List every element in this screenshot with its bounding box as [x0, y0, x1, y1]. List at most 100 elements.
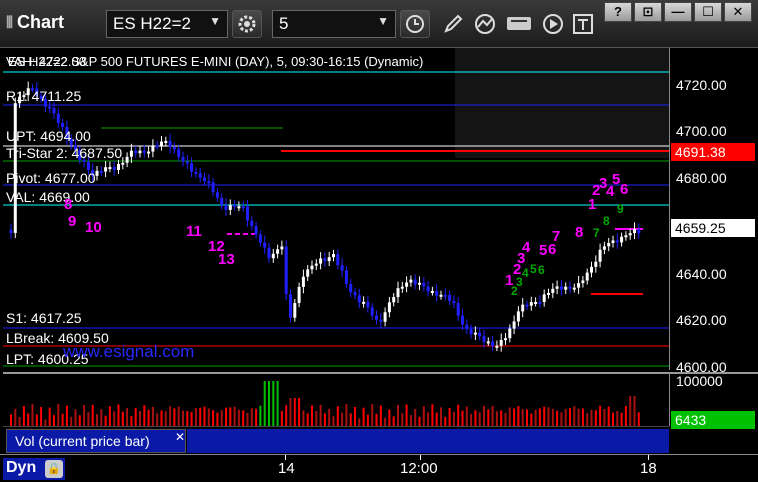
- volume-bar: [276, 381, 279, 426]
- minimize-button[interactable]: —: [664, 2, 692, 22]
- green-count-label: 5: [530, 262, 537, 276]
- volume-bar: [203, 406, 206, 426]
- volume-bar: [207, 408, 210, 426]
- candle-body: [289, 294, 292, 318]
- count-label: 5: [539, 242, 548, 259]
- candle-body: [319, 258, 323, 264]
- volume-bar: [147, 409, 150, 426]
- candle-body: [194, 171, 198, 174]
- volume-bar: [581, 408, 584, 426]
- volume-bar: [104, 415, 107, 426]
- candle-body: [564, 286, 568, 290]
- studies-button[interactable]: [470, 10, 500, 38]
- volume-bar: [229, 407, 232, 426]
- volume-bar: [96, 414, 98, 426]
- window-title-text: Chart: [17, 12, 65, 32]
- volume-chart-svg: [10, 381, 640, 426]
- candle-body: [134, 150, 138, 154]
- volume-bar: [323, 413, 326, 426]
- candle-body: [48, 106, 52, 109]
- candle-body: [61, 123, 65, 127]
- volume-bar: [306, 413, 309, 426]
- time-axis[interactable]: Dyn 🔒 14 12:00 18: [0, 454, 758, 482]
- price-chart-svg: [3, 48, 669, 367]
- candle-body: [611, 240, 615, 243]
- candle-body: [224, 205, 228, 210]
- volume-bar: [22, 406, 25, 426]
- maximize-button[interactable]: ☐: [694, 2, 722, 22]
- settings-button[interactable]: [232, 10, 262, 38]
- volume-bar: [375, 413, 378, 426]
- close-button[interactable]: ✕: [724, 2, 752, 22]
- volume-bar: [233, 406, 236, 426]
- price-tick-label: 4640.00: [676, 266, 727, 282]
- volume-bar: [470, 413, 473, 426]
- candle-body: [465, 324, 469, 329]
- volume-bar: [225, 407, 227, 426]
- candle-body: [190, 163, 194, 172]
- play-button[interactable]: [538, 10, 568, 38]
- price-plot[interactable]: VAH: 4722.00 ES H22=2 S&P 500 FUTURES E-…: [3, 48, 669, 370]
- volume-bar: [345, 404, 348, 426]
- volume-bar: [65, 405, 68, 426]
- s1-label: S1: 4617.25: [6, 310, 82, 326]
- volume-bar: [328, 408, 331, 426]
- lock-icon[interactable]: 🔒: [45, 460, 63, 478]
- candle-body: [13, 103, 17, 233]
- volume-bar: [212, 410, 215, 426]
- candle-body: [310, 265, 314, 270]
- window-title: ⦀ Chart: [6, 12, 64, 33]
- help-button[interactable]: ?: [604, 2, 632, 22]
- count-label: 8: [575, 224, 584, 241]
- candle-body: [327, 257, 331, 262]
- candle-body: [198, 173, 202, 178]
- volume-study-label: Vol (current price bar): [15, 433, 150, 449]
- volume-bar: [121, 411, 124, 426]
- volume-bar: [156, 413, 159, 426]
- candle-body: [628, 233, 632, 236]
- draw-button[interactable]: [438, 10, 468, 38]
- text-tool-button[interactable]: [568, 10, 598, 38]
- volume-study-item[interactable]: Vol (current price bar): [6, 429, 186, 453]
- volume-bar: [478, 412, 481, 426]
- volume-bar: [448, 407, 451, 426]
- symbol-combo[interactable]: ES H22=2 ▼: [106, 10, 228, 38]
- volume-bar: [315, 410, 318, 426]
- candle-body: [228, 204, 232, 210]
- green-count-label: 6: [538, 263, 545, 277]
- candle-body: [168, 140, 172, 147]
- play-icon: [543, 14, 563, 34]
- dynamic-mode-button[interactable]: Dyn 🔒: [3, 458, 65, 480]
- volume-bar: [629, 396, 632, 426]
- candle-body: [568, 286, 572, 289]
- volume-bar: [612, 412, 614, 426]
- candle-body: [263, 242, 267, 248]
- candle-body: [357, 295, 361, 303]
- time-button[interactable]: [400, 10, 430, 38]
- volume-bar: [160, 410, 163, 426]
- candle-body: [241, 206, 245, 209]
- get-button[interactable]: [504, 10, 534, 38]
- candle-body: [211, 182, 215, 193]
- volume-bar: [48, 407, 51, 426]
- candle-body: [276, 249, 280, 254]
- volume-bar: [70, 416, 73, 426]
- volume-plot[interactable]: [3, 372, 669, 426]
- pivot-label: Pivot: 4677.00: [6, 170, 96, 186]
- volume-bar: [255, 408, 258, 426]
- candle-body: [56, 113, 60, 124]
- candle-body: [375, 315, 378, 320]
- restore-button[interactable]: ⊡: [634, 2, 662, 22]
- candle-body: [125, 156, 129, 163]
- candle-body: [452, 300, 456, 304]
- green-count-label: 9: [617, 202, 624, 216]
- candle-body: [86, 161, 90, 170]
- candle-body: [607, 242, 611, 247]
- interval-combo[interactable]: 5 ▼: [272, 10, 396, 38]
- upt-label: UPT: 4694.00: [6, 128, 91, 144]
- volume-bar: [418, 416, 421, 426]
- close-icon[interactable]: ✕: [175, 430, 185, 444]
- candle-body: [461, 315, 464, 325]
- time-label: 12:00: [400, 460, 438, 477]
- gear-icon: [238, 15, 256, 33]
